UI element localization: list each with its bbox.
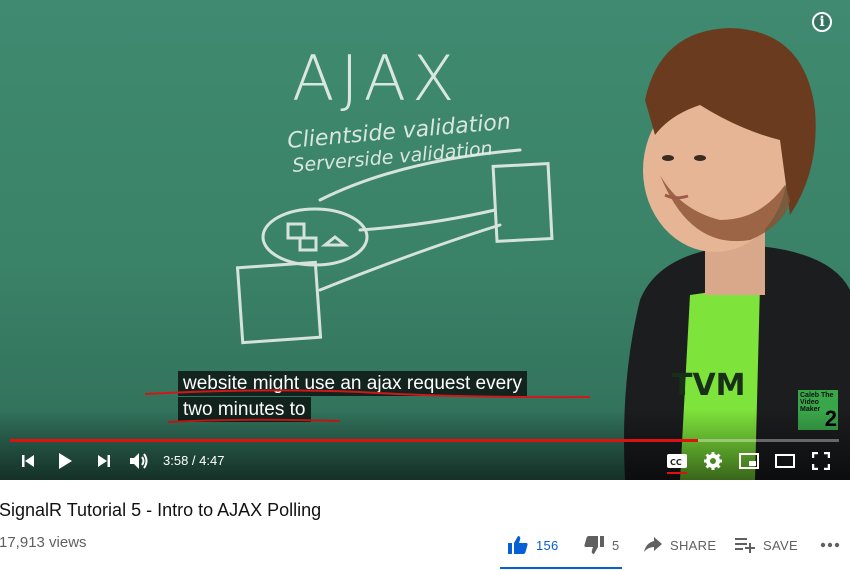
captions-icon: CC [667, 454, 687, 468]
play-button[interactable] [54, 450, 76, 472]
like-button[interactable]: 156 [508, 533, 559, 557]
like-ratio-bar [500, 567, 622, 569]
video-player[interactable]: AJAX Clientside validation Serverside va… [0, 0, 850, 480]
progress-bar[interactable] [10, 439, 839, 442]
prev-icon [22, 455, 34, 467]
more-icon [820, 542, 840, 548]
play-icon [59, 453, 72, 469]
settings-icon [704, 452, 722, 470]
thumbs-down-icon [584, 536, 604, 554]
save-label: SAVE [763, 537, 798, 553]
dislike-button[interactable]: 5 [584, 533, 620, 557]
captions-button[interactable]: CC [666, 450, 688, 472]
time-display: 3:58 / 4:47 [163, 453, 225, 468]
next-button[interactable] [93, 450, 115, 472]
prev-button[interactable] [17, 450, 39, 472]
share-icon [644, 537, 662, 552]
like-count: 156 [536, 537, 559, 553]
save-button[interactable]: SAVE [735, 533, 798, 557]
miniplayer-icon [739, 453, 759, 469]
playlist-add-icon [735, 538, 755, 553]
settings-button[interactable] [702, 450, 724, 472]
video-title: SignalR Tutorial 5 - Intro to AJAX Polli… [0, 500, 322, 520]
fullscreen-icon [812, 452, 830, 470]
volume-button[interactable] [128, 450, 150, 472]
theater-button[interactable] [774, 450, 796, 472]
share-button[interactable]: SHARE [644, 533, 716, 557]
progress-fill [10, 439, 699, 442]
red-ink-annotation [144, 389, 591, 423]
fullscreen-button[interactable] [810, 450, 832, 472]
thumbs-up-icon [508, 536, 528, 554]
captions-active-indicator [667, 472, 687, 474]
theater-icon [775, 454, 795, 468]
share-label: SHARE [670, 537, 717, 553]
more-actions-button[interactable] [820, 533, 840, 557]
next-icon [98, 455, 110, 467]
miniplayer-button[interactable] [738, 450, 760, 472]
view-count: 17,913 views [0, 534, 87, 551]
volume-icon [130, 453, 148, 469]
dislike-count: 5 [612, 537, 620, 553]
svg-text:CC: CC [670, 458, 682, 467]
